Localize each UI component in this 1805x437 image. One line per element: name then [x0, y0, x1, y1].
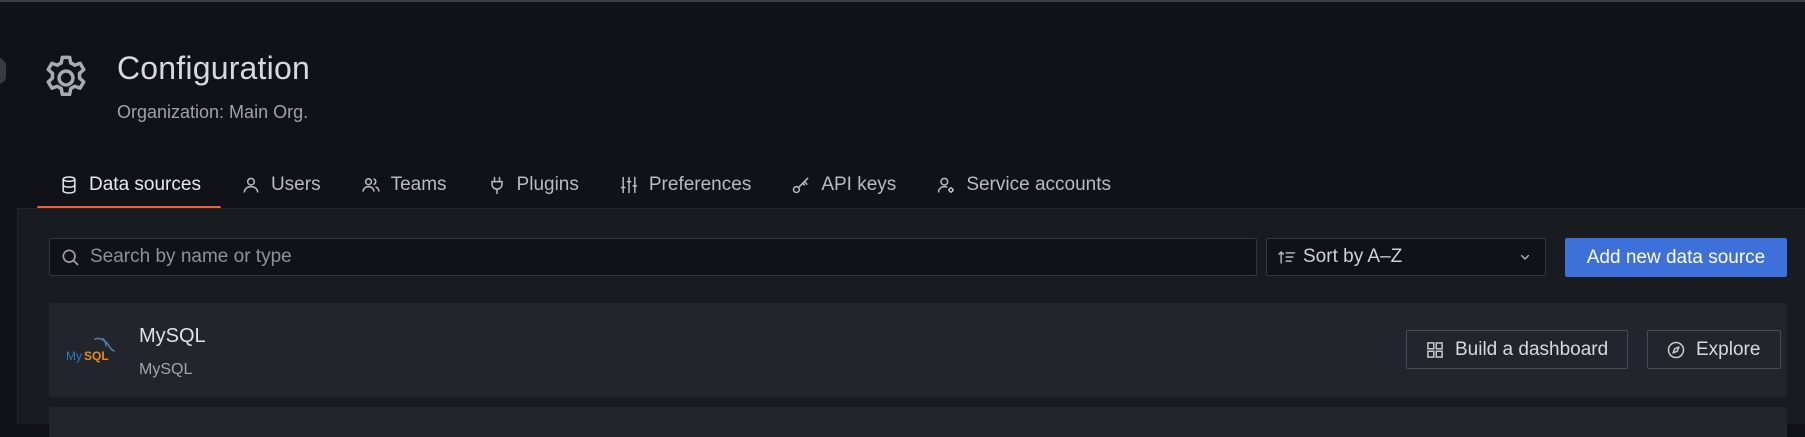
svg-text:My: My — [66, 349, 82, 363]
sort-select[interactable]: Sort by A–Z — [1266, 238, 1546, 276]
plug-icon — [487, 175, 507, 195]
tab-label: Users — [270, 174, 321, 195]
tab-label: Plugins — [516, 174, 579, 195]
explore-button[interactable]: Explore — [1647, 330, 1781, 369]
datasource-card[interactable]: My SQL MySQL MySQL Build a dashboard Exp… — [49, 303, 1787, 397]
tab-api-keys[interactable]: API keys — [771, 164, 916, 206]
compass-icon — [1666, 340, 1686, 360]
datasource-type: MySQL — [139, 361, 193, 378]
tab-plugins[interactable]: Plugins — [467, 164, 599, 206]
page-title: Configuration — [117, 50, 310, 86]
page-subtitle: Organization: Main Org. — [117, 102, 309, 122]
svg-text:SQL: SQL — [84, 349, 109, 363]
users-icon — [361, 175, 381, 195]
tab-label: Teams — [390, 174, 447, 195]
build-dashboard-label: Build a dashboard — [1455, 338, 1609, 360]
top-border — [0, 0, 1805, 2]
database-icon — [59, 175, 79, 195]
content-panel: Sort by A–Z Add new data source My SQL M… — [17, 208, 1805, 437]
tab-preferences[interactable]: Preferences — [599, 164, 771, 206]
search-box[interactable] — [49, 238, 1257, 276]
tab-label: Preferences — [648, 174, 752, 195]
datasource-card-partial[interactable] — [49, 407, 1787, 437]
tab-label: API keys — [821, 174, 897, 195]
gear-icon — [40, 52, 92, 104]
explore-label: Explore — [1696, 338, 1761, 360]
search-input[interactable] — [88, 245, 1256, 269]
tab-service-accounts[interactable]: Service accounts — [916, 164, 1131, 206]
add-new-data-source-button[interactable]: Add new data source — [1565, 238, 1787, 277]
search-icon — [60, 247, 80, 267]
tab-data-sources[interactable]: Data sources — [37, 164, 221, 210]
datasource-name[interactable]: MySQL — [139, 325, 206, 348]
config-tabs: Data sources Users Teams Plugins Prefere… — [37, 164, 1131, 210]
tab-users[interactable]: Users — [221, 164, 341, 206]
tab-teams[interactable]: Teams — [341, 164, 467, 206]
tab-label: Service accounts — [966, 174, 1111, 195]
key-icon — [791, 175, 811, 195]
tab-label: Data sources — [89, 174, 201, 195]
mysql-logo: My SQL — [65, 329, 121, 373]
sidebar-toggle-handle[interactable] — [0, 58, 6, 84]
build-dashboard-button[interactable]: Build a dashboard — [1406, 330, 1628, 369]
user-icon — [241, 175, 261, 195]
sort-label: Sort by A–Z — [1303, 246, 1403, 267]
grid-icon — [1425, 340, 1445, 360]
chevron-down-icon — [1517, 249, 1533, 265]
sliders-icon — [619, 175, 639, 195]
sort-icon — [1277, 247, 1297, 267]
user-cog-icon — [936, 175, 956, 195]
